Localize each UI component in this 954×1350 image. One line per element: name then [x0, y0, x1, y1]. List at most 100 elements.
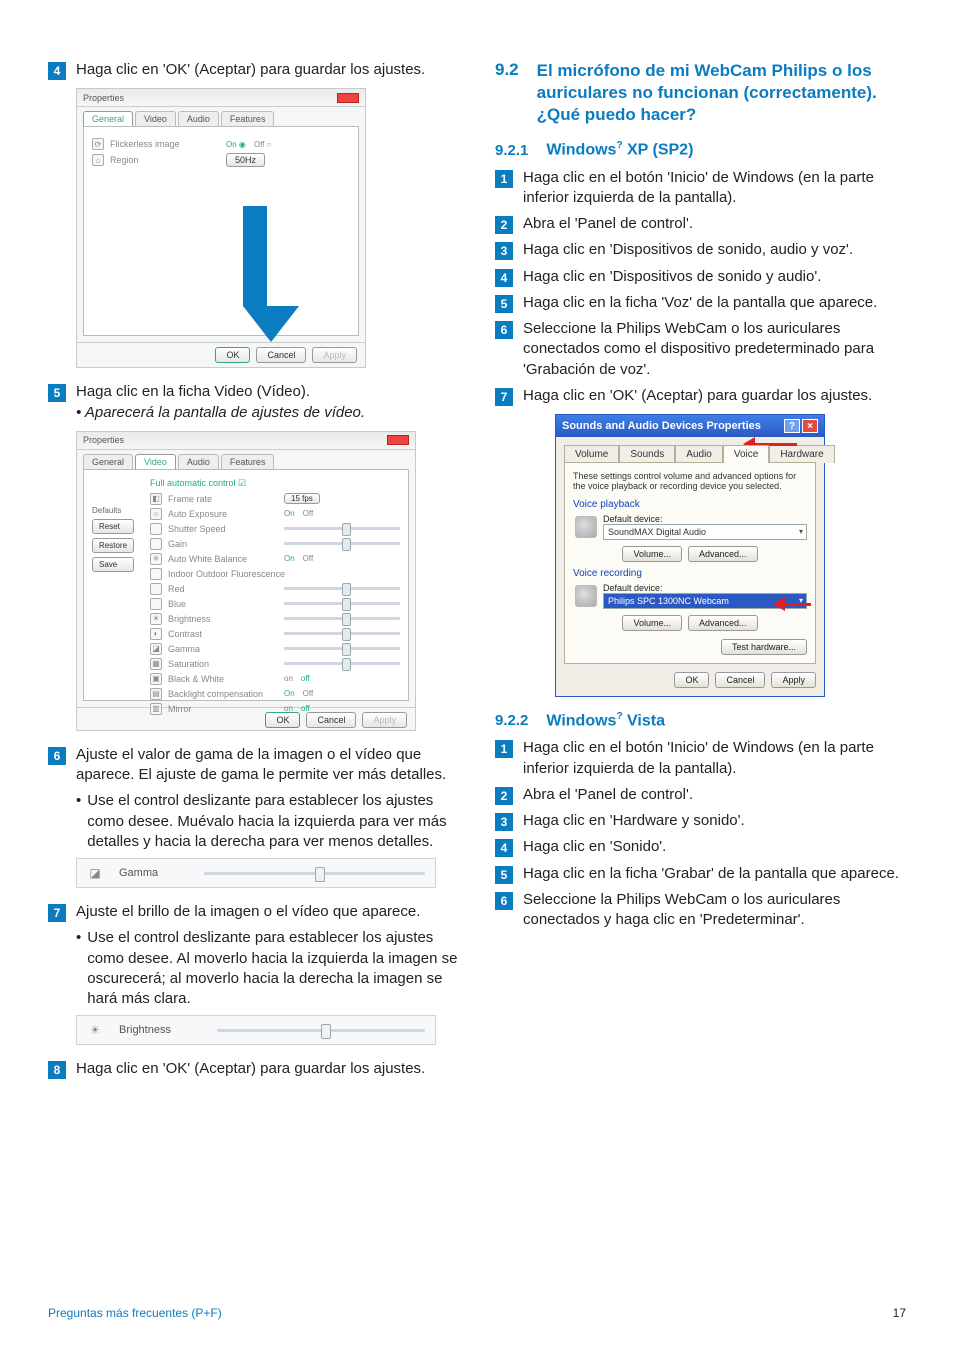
slider[interactable]: [284, 587, 400, 590]
volume-button[interactable]: Volume...: [622, 546, 682, 562]
tab-voice[interactable]: Voice: [723, 445, 769, 463]
tab-general[interactable]: General: [83, 454, 133, 469]
tab-volume[interactable]: Volume: [564, 445, 619, 463]
dialog-title: Sounds and Audio Devices Properties: [562, 420, 761, 432]
tab-features[interactable]: Features: [221, 111, 275, 126]
step-text: Seleccione la Philips WebCam o los auric…: [523, 319, 906, 380]
advanced-button[interactable]: Advanced...: [688, 546, 758, 562]
control-label: Red: [168, 584, 278, 594]
step-text: Haga clic en 'Hardware y sonido'.: [523, 811, 906, 831]
advanced-button[interactable]: Advanced...: [688, 615, 758, 631]
region-icon: ⌂: [92, 154, 104, 166]
brightness-icon: ☀: [150, 613, 162, 625]
step-number-7: 7: [48, 904, 66, 922]
control-label: Auto Exposure: [168, 509, 278, 519]
tab-features[interactable]: Features: [221, 454, 275, 469]
step-number-3: 3: [495, 813, 513, 831]
step-text: Haga clic en 'OK' (Aceptar) para guardar…: [76, 60, 459, 80]
tab-video[interactable]: Video: [135, 111, 176, 126]
step-number-6: 6: [48, 747, 66, 765]
step-text: Haga clic en el botón 'Inicio' de Window…: [523, 738, 906, 779]
radio-on[interactable]: On ◉: [226, 140, 246, 149]
slider[interactable]: [284, 647, 400, 650]
control-label: Blue: [168, 599, 278, 609]
apply-button[interactable]: Apply: [771, 672, 816, 688]
step-text: Haga clic en la ficha 'Voz' de la pantal…: [523, 293, 906, 313]
cancel-button[interactable]: Cancel: [256, 347, 306, 363]
default-device-label: Default device:: [603, 514, 807, 524]
gamma-slider[interactable]: [204, 872, 425, 875]
tab-sounds[interactable]: Sounds: [619, 445, 675, 463]
bullet-icon: •: [76, 928, 81, 948]
slider[interactable]: [284, 602, 400, 605]
screenshot-properties-general: Properties General Video Audio Features …: [76, 88, 366, 368]
step-number-4: 4: [48, 62, 66, 80]
subsection-title: Windows? XP (SP2): [546, 140, 693, 159]
framerate-dropdown[interactable]: 15 fps: [284, 493, 320, 504]
step-number-6: 6: [495, 321, 513, 339]
saturation-icon: ▦: [150, 658, 162, 670]
brightness-slider[interactable]: [217, 1029, 425, 1032]
restore-button[interactable]: Restore: [92, 538, 134, 553]
backlight-icon: ▤: [150, 688, 162, 700]
speaker-icon: [575, 516, 597, 538]
ok-button[interactable]: OK: [674, 672, 709, 688]
tab-audio[interactable]: Audio: [675, 445, 723, 463]
step-number-5: 5: [48, 384, 66, 402]
apply-button[interactable]: Apply: [312, 347, 357, 363]
defaults-label: Defaults: [92, 506, 134, 515]
slider[interactable]: [284, 632, 400, 635]
step-number-2: 2: [495, 787, 513, 805]
step-text: Haga clic en el botón 'Inicio' de Window…: [523, 168, 906, 209]
tab-general[interactable]: General: [83, 111, 133, 126]
step-number-8: 8: [48, 1061, 66, 1079]
save-button[interactable]: Save: [92, 557, 134, 572]
bw-icon: ▣: [150, 673, 162, 685]
brightness-icon: ☀: [87, 1022, 103, 1038]
test-hardware-button[interactable]: Test hardware...: [721, 639, 807, 655]
step-number-5: 5: [495, 295, 513, 313]
slider[interactable]: [284, 542, 400, 545]
control-label: Auto White Balance: [168, 554, 278, 564]
gamma-slider-strip: ◪ Gamma: [76, 858, 436, 888]
gamma-icon: ◪: [87, 865, 103, 881]
tab-audio[interactable]: Audio: [178, 454, 219, 469]
full-auto-label[interactable]: Full automatic control ☑: [150, 478, 400, 489]
slider[interactable]: [284, 662, 400, 665]
help-icon[interactable]: ?: [784, 419, 800, 433]
contrast-icon: ◐: [150, 628, 162, 640]
control-label: Indoor Outdoor Fluorescence: [168, 569, 400, 579]
control-label: Saturation: [168, 659, 278, 669]
step-number-1: 1: [495, 740, 513, 758]
slider[interactable]: [284, 527, 400, 530]
control-label: Backlight compensation: [168, 689, 278, 699]
region-dropdown[interactable]: 50Hz: [226, 153, 265, 167]
radio-off[interactable]: Off ○: [254, 140, 272, 149]
step-text: Haga clic en 'Dispositivos de sonido y a…: [523, 267, 906, 287]
reset-button[interactable]: Reset: [92, 519, 134, 534]
group-title: Voice playback: [573, 499, 807, 510]
close-icon[interactable]: [337, 93, 359, 103]
step-text: Haga clic en 'OK' (Aceptar) para guardar…: [76, 1059, 459, 1079]
step-number-4: 4: [495, 269, 513, 287]
arrow-icon: [773, 597, 811, 611]
close-icon[interactable]: [387, 435, 409, 445]
close-icon[interactable]: ×: [802, 419, 818, 433]
framerate-icon: ◧: [150, 493, 162, 505]
tab-video[interactable]: Video: [135, 454, 176, 469]
control-label: Mirror: [168, 704, 278, 714]
bullet-text: Use el control deslizante para establece…: [87, 791, 459, 852]
step-text: Seleccione la Philips WebCam o los auric…: [523, 890, 906, 931]
tab-audio[interactable]: Audio: [178, 111, 219, 126]
screenshot-properties-video: Properties General Video Audio Features …: [76, 431, 416, 731]
cancel-button[interactable]: Cancel: [715, 672, 765, 688]
slider[interactable]: [284, 617, 400, 620]
control-label: Gamma: [168, 644, 278, 654]
ok-button[interactable]: OK: [215, 347, 250, 363]
step-text: Haga clic en 'Sonido'.: [523, 837, 906, 857]
step-text: Ajuste el brillo de la imagen o el vídeo…: [76, 902, 459, 922]
step-text: Haga clic en 'Dispositivos de sonido, au…: [523, 240, 906, 260]
playback-device-dropdown[interactable]: SoundMAX Digital Audio: [603, 524, 807, 540]
volume-button[interactable]: Volume...: [622, 615, 682, 631]
step-text: Haga clic en la ficha Video (Vídeo). • A…: [76, 382, 459, 423]
